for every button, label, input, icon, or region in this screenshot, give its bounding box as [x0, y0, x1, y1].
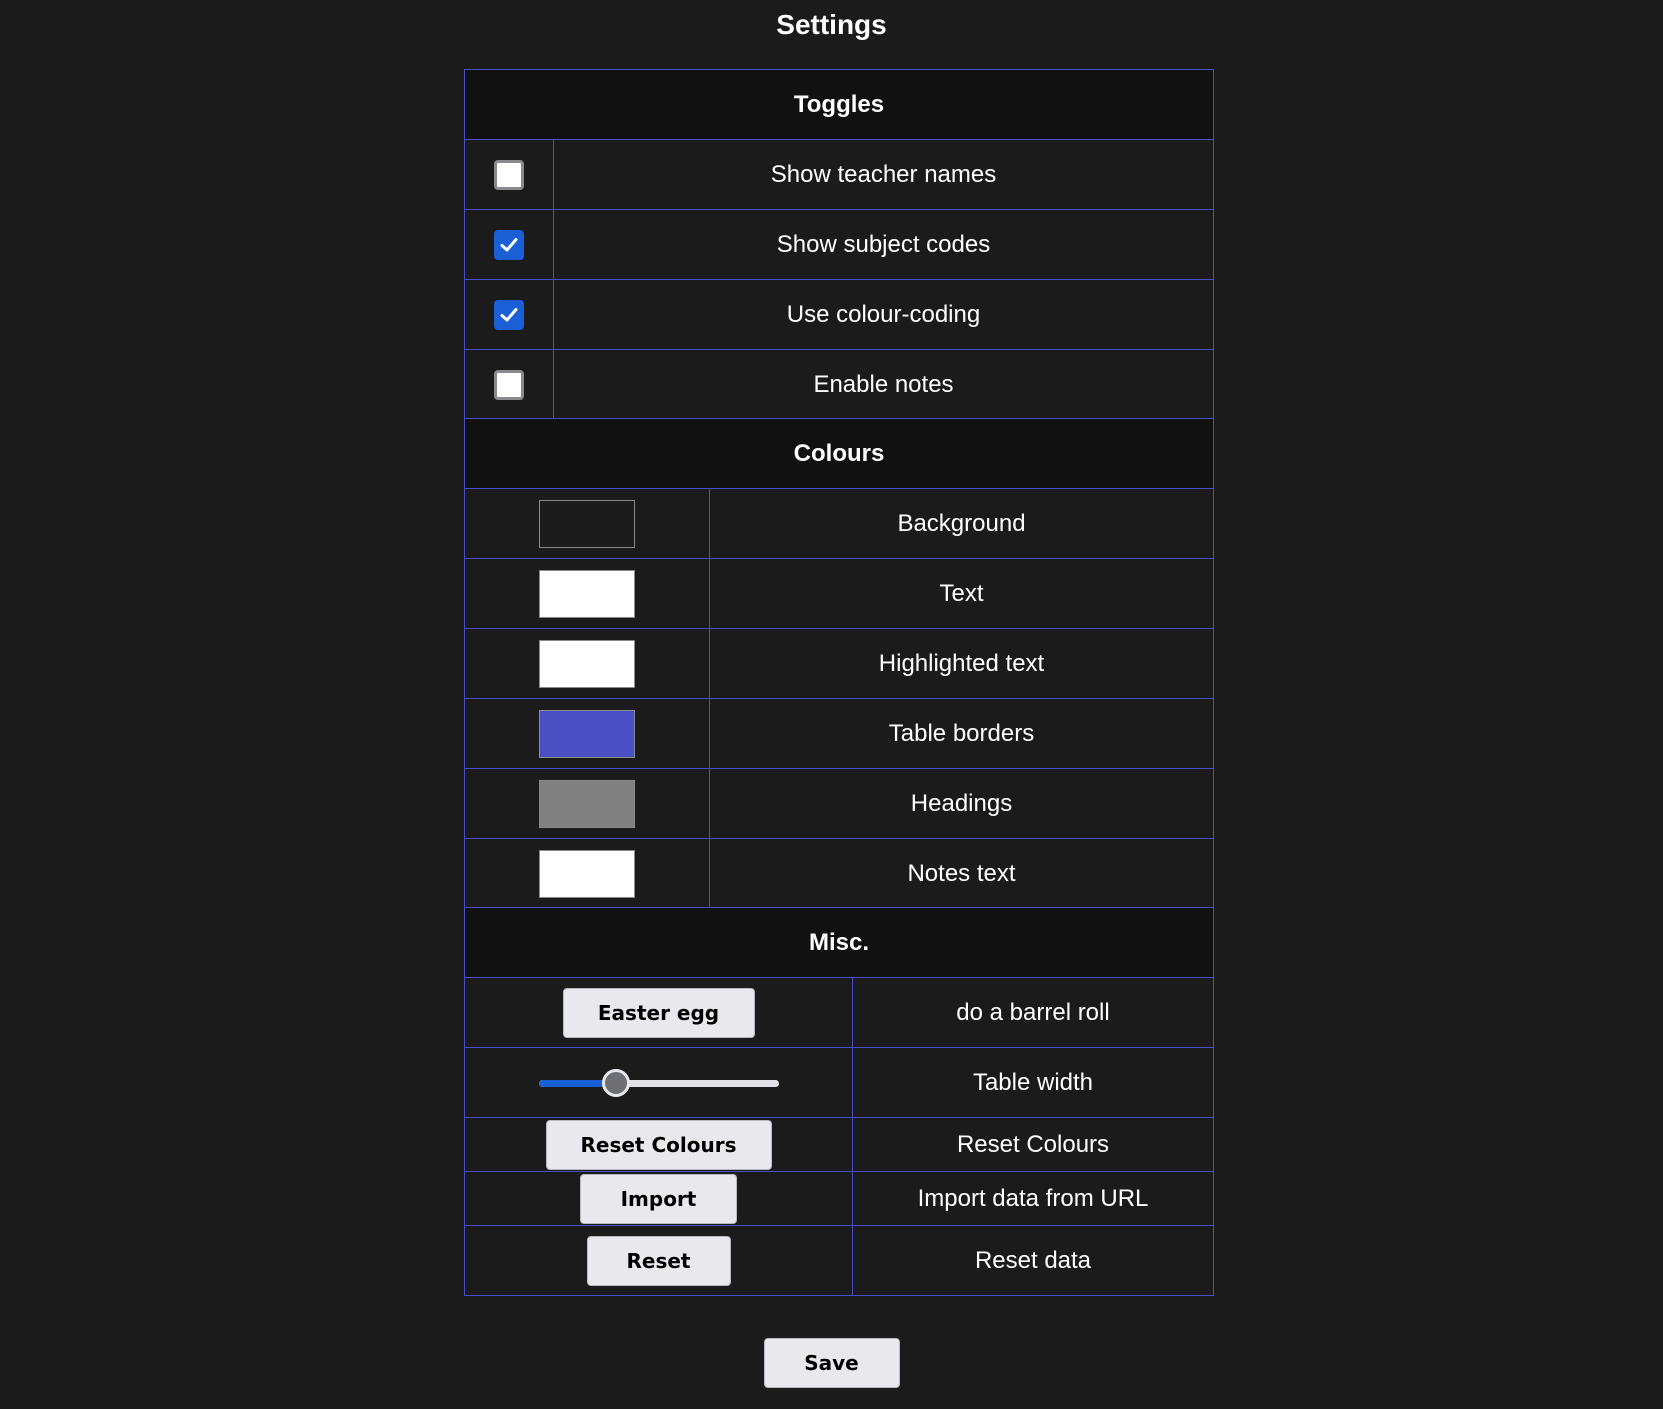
headings-colour-picker[interactable] [539, 779, 635, 828]
slider-thumb[interactable] [601, 1068, 630, 1097]
table-width-label: Table width [972, 1068, 1094, 1096]
easter-egg-label: do a barrel roll [956, 998, 1110, 1026]
colour-row-background: Background [465, 489, 1213, 559]
background-colour-picker[interactable] [539, 499, 635, 548]
toggle-label: Use colour-coding [786, 300, 981, 328]
colour-row-highlighted-text: Highlighted text [465, 629, 1213, 699]
reset-data-label: Reset data [974, 1246, 1092, 1274]
misc-row-reset-colours: Reset Colours Reset Colours [465, 1118, 1213, 1172]
toggle-label: Show teacher names [770, 160, 997, 188]
misc-row-table-width: Table width [465, 1048, 1213, 1118]
misc-table: Misc. Easter egg do a barrel roll Table … [464, 907, 1214, 1296]
toggle-row-enable-notes: Enable notes [465, 350, 1213, 420]
toggle-row-colour-coding: Use colour-coding [465, 280, 1213, 350]
colour-row-table-borders: Table borders [465, 699, 1213, 769]
toggles-table: Toggles Show teacher names Show subject … [464, 69, 1214, 421]
show-teacher-names-checkbox[interactable] [494, 159, 524, 190]
easter-egg-button[interactable]: Easter egg [562, 987, 755, 1038]
highlighted-text-colour-picker[interactable] [539, 639, 635, 688]
toggle-row-teacher-names: Show teacher names [465, 140, 1213, 210]
colour-label: Table borders [888, 719, 1035, 747]
enable-notes-checkbox[interactable] [494, 370, 524, 400]
table-borders-colour-picker[interactable] [539, 709, 635, 758]
show-subject-codes-checkbox[interactable] [494, 229, 524, 260]
colour-row-headings: Headings [465, 769, 1213, 839]
colour-row-notes-text: Notes text [465, 839, 1213, 909]
toggles-heading: Toggles [465, 70, 1213, 140]
save-button[interactable]: Save [763, 1338, 900, 1388]
colour-label: Text [939, 579, 984, 607]
colour-label: Background [897, 509, 1026, 537]
use-colour-coding-checkbox[interactable] [494, 299, 524, 330]
colours-heading: Colours [465, 419, 1213, 489]
colours-table: Colours Background Text Highlighted text… [464, 418, 1214, 910]
misc-row-reset: Reset Reset data [465, 1226, 1213, 1295]
reset-colours-label: Reset Colours [956, 1130, 1110, 1158]
checkmark-icon [500, 307, 518, 321]
colour-row-text: Text [465, 559, 1213, 629]
colour-label: Headings [910, 789, 1013, 817]
checkmark-icon [500, 237, 518, 251]
colour-label: Highlighted text [878, 649, 1045, 677]
reset-data-button[interactable]: Reset [586, 1235, 731, 1286]
misc-row-import: Import Import data from URL [465, 1172, 1213, 1226]
toggle-row-subject-codes: Show subject codes [465, 210, 1213, 280]
notes-text-colour-picker[interactable] [539, 850, 635, 898]
table-width-slider[interactable] [538, 1068, 779, 1098]
reset-colours-button[interactable]: Reset Colours [545, 1119, 772, 1170]
toggle-label: Enable notes [813, 371, 954, 398]
text-colour-picker[interactable] [539, 569, 635, 618]
import-button[interactable]: Import [580, 1173, 737, 1224]
page-title: Settings [776, 9, 887, 40]
toggle-label: Show subject codes [776, 230, 991, 258]
import-label: Import data from URL [917, 1184, 1149, 1212]
colour-label: Notes text [907, 860, 1016, 887]
misc-row-easter-egg: Easter egg do a barrel roll [465, 978, 1213, 1048]
misc-heading: Misc. [465, 908, 1213, 978]
